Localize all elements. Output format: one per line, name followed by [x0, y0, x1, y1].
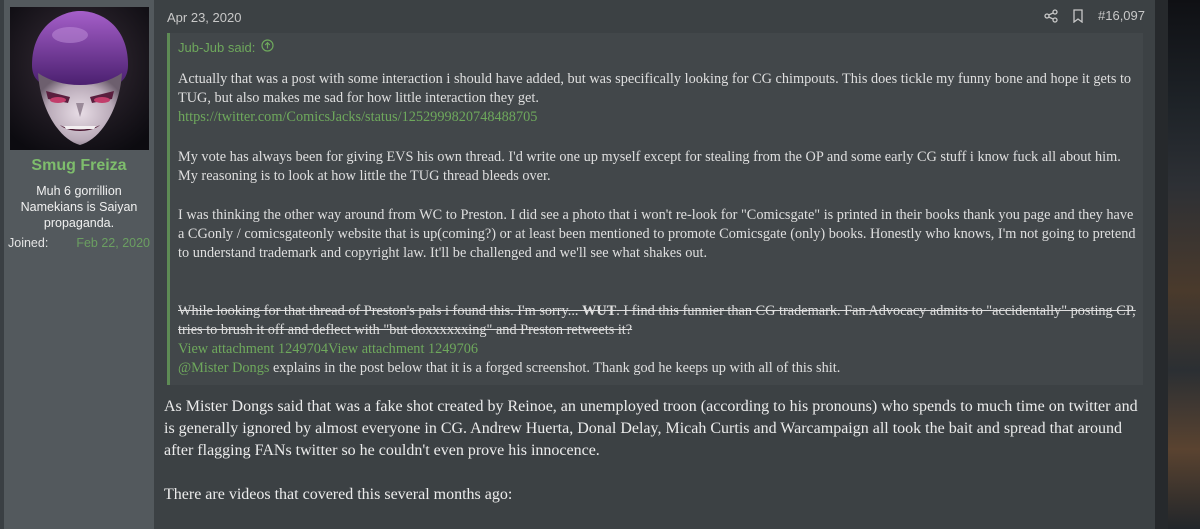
post-content: Apr 23, 2020 #16,097 Jub-Jub said: Actua…	[158, 0, 1155, 529]
post-actions: #16,097	[1044, 8, 1145, 23]
user-panel: Smug Freiza Muh 6 gorrillion Namekians i…	[4, 0, 154, 529]
quote-jump-icon[interactable]	[261, 39, 274, 55]
quote-paragraph: Actually that was a post with some inter…	[178, 70, 1138, 127]
mention-text: explains in the post below that it is a …	[269, 360, 841, 376]
quote-paragraph: View attachment 1249704View attachment 1…	[178, 340, 1138, 378]
quote-paragraph: My vote has always been for giving EVS h…	[178, 149, 1121, 184]
joined-label: Joined:	[8, 236, 49, 250]
reply-paragraph: There are videos that covered this sever…	[164, 486, 513, 503]
quote-author[interactable]: Jub-Jub said:	[178, 40, 255, 55]
joined-date: Feb 22, 2020	[76, 236, 150, 250]
post-date[interactable]: Apr 23, 2020	[167, 10, 241, 25]
share-icon[interactable]	[1044, 8, 1058, 23]
forum-post: Smug Freiza Muh 6 gorrillion Namekians i…	[4, 0, 1155, 529]
user-title: Muh 6 gorrillion Namekians is Saiyan pro…	[20, 184, 138, 230]
bookmark-icon[interactable]	[1072, 8, 1084, 23]
user-mention[interactable]: @Mister Dongs	[178, 360, 269, 376]
attachment-links[interactable]: View attachment 1249704View attachment 1…	[178, 341, 478, 357]
quote-text: Actually that was a post with some inter…	[178, 71, 1132, 106]
sidebar-image	[1168, 0, 1200, 529]
quote-header[interactable]: Jub-Jub said:	[178, 39, 274, 55]
strike-bold: WUT	[582, 303, 617, 319]
reply-paragraph: As Mister Dongs said that was a fake sho…	[164, 398, 1138, 459]
strike-text: While looking for that thread of Preston…	[178, 303, 583, 319]
avatar[interactable]	[10, 7, 149, 150]
twitter-link[interactable]: https://twitter.com/ComicsJacks/status/1…	[178, 109, 537, 125]
username[interactable]: Smug Freiza	[4, 157, 154, 175]
quote-paragraph: I was thinking the other way around from…	[178, 207, 1136, 261]
post-number[interactable]: #16,097	[1098, 8, 1145, 23]
strikethrough-paragraph: While looking for that thread of Preston…	[178, 302, 1138, 340]
page-gutter	[1155, 0, 1168, 529]
quote-block: Jub-Jub said: Actually that was a post w…	[167, 33, 1143, 385]
